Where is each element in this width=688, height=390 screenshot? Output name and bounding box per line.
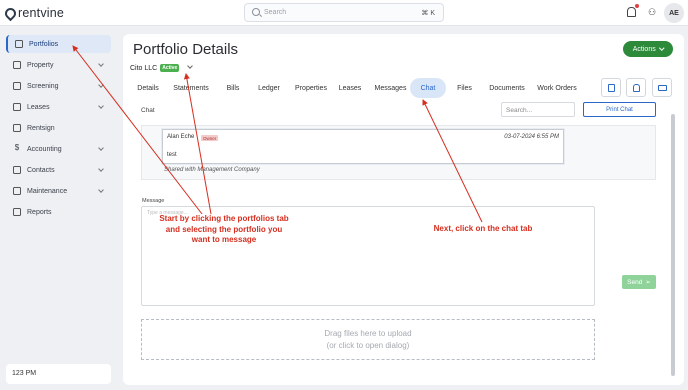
- sidebar-item-leases[interactable]: Leases: [6, 98, 111, 116]
- property-icon: [13, 61, 21, 69]
- notification-dot: [635, 4, 639, 8]
- annotation-left-line: and selecting the portfolio you: [165, 224, 283, 234]
- sidebar-item-label: Rentsign: [27, 124, 55, 132]
- bell-icon: [633, 84, 640, 92]
- scrollbar-thumb[interactable]: [671, 114, 675, 376]
- person-icon[interactable]: ⚇: [648, 7, 656, 18]
- send-label: Send: [627, 278, 643, 286]
- tab-leases[interactable]: Leases: [338, 78, 362, 98]
- sidebar-item-property[interactable]: Property: [6, 56, 111, 74]
- sidebar-item-label: Leases: [27, 103, 50, 111]
- message-author: Alan Eche: [167, 134, 195, 140]
- mail-icon: [658, 85, 667, 91]
- shared-note: Shared with Management Company: [164, 167, 260, 173]
- file-dropzone[interactable]: Drag files here to upload (or click to o…: [141, 319, 595, 360]
- wrench-icon: [13, 187, 21, 195]
- top-bar: rentvine Search ⌘ K ⚇ AE: [0, 0, 688, 26]
- actions-button[interactable]: Actions: [623, 41, 673, 57]
- sidebar-item-reports[interactable]: Reports: [6, 203, 111, 221]
- sidebar-item-portfolios[interactable]: Portfolios: [6, 35, 111, 53]
- portfolio-selector[interactable]: Cito LLC Active: [130, 64, 180, 72]
- chevron-down-icon: [98, 145, 104, 151]
- screening-icon: [13, 82, 21, 90]
- chevron-down-icon: [98, 82, 104, 88]
- role-badge: Owner: [201, 135, 219, 141]
- global-search-input[interactable]: Search ⌘ K: [244, 3, 444, 22]
- message-timestamp: 03-07-2024 6:55 PM: [504, 134, 559, 140]
- rentvine-logo-icon: [2, 5, 19, 21]
- tab-documents[interactable]: Documents: [489, 78, 525, 98]
- sidebar-item-label: Contacts: [27, 166, 55, 174]
- chevron-down-icon[interactable]: [187, 63, 193, 69]
- tab-details[interactable]: Details: [133, 78, 163, 98]
- tab-statements[interactable]: Statements: [171, 78, 211, 98]
- chat-message: Alan Eche Owner 03-07-2024 6:55 PM test: [162, 129, 564, 164]
- sidebar-item-label: Property: [27, 61, 54, 69]
- search-shortcut: ⌘ K: [421, 10, 435, 17]
- chat-section-label: Chat: [141, 107, 155, 114]
- bell-button[interactable]: [626, 78, 646, 97]
- search-placeholder: Search: [264, 9, 287, 16]
- dollar-icon: $: [14, 143, 20, 152]
- actions-label: Actions: [632, 45, 656, 53]
- tab-files[interactable]: Files: [457, 78, 472, 98]
- portfolio-name: Cito LLC: [130, 64, 158, 72]
- sidebar: Portfolios Property Screening Leases Ren…: [0, 27, 117, 390]
- page-title: Portfolio Details: [133, 41, 239, 58]
- status-badge: Active: [160, 64, 180, 72]
- sidebar-item-contacts[interactable]: Contacts: [6, 161, 111, 179]
- annotation-right: Next, click on the chat tab: [433, 224, 533, 233]
- chevron-down-icon: [98, 166, 104, 172]
- leases-icon: [13, 103, 21, 111]
- brand-name: rentvine: [18, 6, 65, 20]
- chat-message-list: Alan Eche Owner 03-07-2024 6:55 PM test …: [141, 125, 656, 180]
- dropzone-subtext: (or click to open dialog): [326, 340, 410, 350]
- sidebar-item-label: Portfolios: [29, 40, 59, 48]
- reports-icon: [13, 208, 21, 216]
- send-button[interactable]: Send ➢: [622, 275, 656, 289]
- sidebar-item-label: Maintenance: [27, 187, 68, 195]
- annotation-left-line: want to message: [191, 235, 257, 244]
- chevron-down-icon: [659, 45, 664, 51]
- annotation-left-line: Start by clicking the portfolios tab: [159, 214, 289, 223]
- note-button[interactable]: [601, 78, 621, 97]
- print-chat-button[interactable]: Print Chat: [583, 102, 656, 117]
- sidebar-item-label: Accounting: [27, 145, 62, 153]
- notifications-bell-icon[interactable]: [627, 4, 639, 17]
- message-text: test: [167, 152, 177, 158]
- mail-button[interactable]: [652, 78, 672, 97]
- rentsign-icon: [13, 124, 21, 132]
- tab-bills[interactable]: Bills: [225, 78, 241, 98]
- chevron-down-icon: [98, 103, 104, 109]
- search-icon: [252, 8, 260, 16]
- tab-work-orders[interactable]: Work Orders: [536, 78, 578, 98]
- chat-search-input[interactable]: Search...: [501, 102, 575, 117]
- chevron-down-icon: [98, 61, 104, 67]
- sidebar-item-maintenance[interactable]: Maintenance: [6, 182, 111, 200]
- dropzone-text: Drag files here to upload: [324, 328, 412, 338]
- portfolio-icon: [15, 40, 23, 48]
- tab-chat[interactable]: Chat: [410, 78, 446, 98]
- brand-logo[interactable]: rentvine: [2, 5, 65, 21]
- tab-properties[interactable]: Properties: [293, 78, 329, 98]
- sidebar-item-label: Screening: [27, 82, 59, 90]
- contacts-icon: [13, 166, 21, 174]
- scrollbar[interactable]: [670, 114, 676, 376]
- message-label: Message: [142, 198, 165, 204]
- tab-messages[interactable]: Messages: [373, 78, 408, 98]
- annotation-left: Start by clicking the portfolios tab and…: [150, 214, 298, 246]
- sidebar-item-label: Reports: [27, 208, 52, 216]
- sidebar-item-rentsign[interactable]: Rentsign: [6, 119, 111, 137]
- send-icon: ➢: [645, 279, 651, 286]
- sidebar-footer[interactable]: 123 PM: [6, 364, 111, 384]
- main-panel: Portfolio Details Actions Cito LLC Activ…: [123, 34, 684, 385]
- sidebar-item-screening[interactable]: Screening: [6, 77, 111, 95]
- tab-ledger[interactable]: Ledger: [257, 78, 281, 98]
- sidebar-item-accounting[interactable]: $ Accounting: [6, 140, 111, 158]
- avatar[interactable]: AE: [664, 3, 684, 23]
- note-icon: [608, 84, 615, 92]
- chevron-down-icon: [98, 187, 104, 193]
